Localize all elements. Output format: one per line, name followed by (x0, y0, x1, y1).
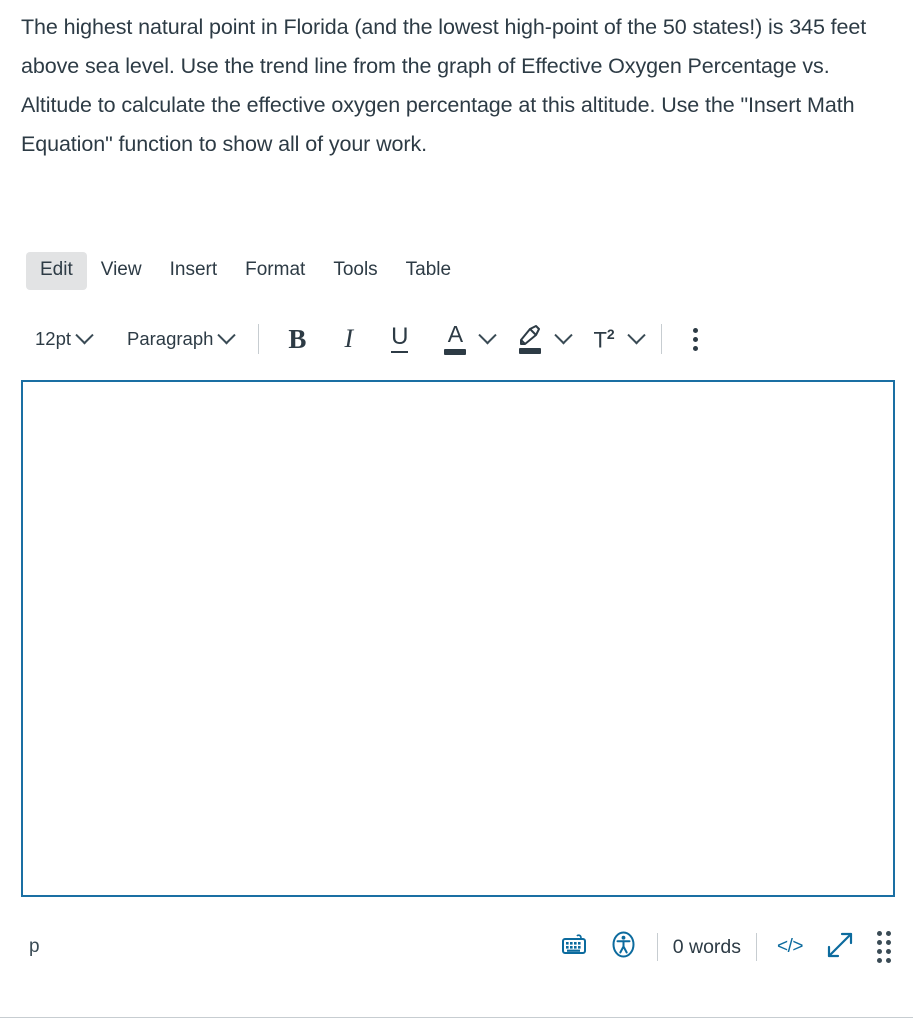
editor-status-bar: p 0 words </> (21, 922, 895, 972)
menu-item-view-label: View (100, 259, 142, 280)
menu-item-table-label: Table (405, 259, 452, 280)
underline-icon: U (391, 325, 409, 353)
chevron-down-icon (478, 325, 498, 344)
chevron-down-icon (627, 325, 646, 344)
keyboard-shortcuts-button[interactable] (550, 927, 599, 967)
menu-item-view[interactable]: View (87, 252, 156, 290)
highlight-color-swatch (518, 348, 541, 354)
superscript-subscript-button[interactable]: T2 (584, 318, 623, 360)
resize-grip-icon (877, 931, 891, 963)
bold-button[interactable]: B (279, 318, 315, 360)
toolbar-separator (660, 324, 662, 354)
text-color-swatch (444, 349, 467, 355)
menu-item-edit[interactable]: Edit (26, 252, 87, 290)
text-color-dropdown[interactable] (475, 318, 498, 360)
code-icon: </> (777, 936, 803, 957)
more-options-button[interactable] (684, 318, 707, 360)
editor-toolbar: 12pt Paragraph B I U A T2 (26, 316, 886, 362)
kebab-menu-icon (692, 327, 698, 351)
expand-arrows-icon (825, 930, 855, 965)
italic-button[interactable]: I (335, 318, 362, 360)
underline-button[interactable]: U (382, 318, 417, 360)
superscript-letter: T (593, 327, 607, 353)
menu-item-format[interactable]: Format (231, 252, 319, 290)
menu-item-edit-label: Edit (40, 259, 73, 280)
rich-text-editor-content-area[interactable] (21, 380, 895, 897)
font-size-value: 12pt (35, 328, 72, 349)
status-separator (756, 933, 758, 961)
text-color-button[interactable]: A (435, 318, 475, 360)
resize-handle[interactable] (866, 927, 895, 967)
menu-item-insert-label: Insert (169, 259, 218, 280)
menu-item-format-label: Format (245, 259, 306, 280)
menu-item-tools[interactable]: Tools (319, 252, 391, 290)
status-bar-right-group: 0 words </> (550, 927, 895, 967)
editor-menubar: Edit View Insert Format Tools Table (26, 252, 465, 290)
superscript-dropdown[interactable] (624, 318, 647, 360)
block-format-dropdown[interactable]: Paragraph (118, 318, 242, 360)
chevron-down-icon (554, 325, 574, 344)
status-separator (656, 933, 658, 961)
chevron-down-icon (75, 325, 94, 344)
fullscreen-toggle-button[interactable] (814, 927, 866, 967)
superscript-exponent: 2 (606, 325, 615, 342)
menu-item-table[interactable]: Table (392, 252, 465, 290)
text-color-icon: A (444, 321, 467, 355)
accessibility-icon (610, 931, 637, 963)
toolbar-separator (258, 324, 260, 354)
highlight-color-dropdown[interactable] (551, 318, 574, 360)
accessibility-checker-button[interactable] (599, 927, 648, 967)
font-size-dropdown[interactable]: 12pt (26, 318, 100, 360)
element-path[interactable]: p (21, 932, 48, 962)
keyboard-icon (561, 933, 588, 961)
highlighter-pen-icon (517, 324, 542, 354)
superscript-icon: T2 (593, 327, 614, 351)
chevron-down-icon (217, 325, 237, 344)
question-prompt-text: The highest natural point in Florida (an… (21, 15, 867, 156)
text-color-letter: A (447, 321, 464, 347)
menu-item-insert[interactable]: Insert (156, 252, 232, 290)
highlight-color-button[interactable] (508, 318, 551, 360)
bold-icon: B (288, 323, 307, 354)
word-count: 0 words (672, 935, 742, 958)
rich-text-editor-page: The highest natural point in Florida (an… (0, 0, 913, 1024)
menu-item-tools-label: Tools (333, 259, 378, 280)
bottom-divider (0, 1017, 913, 1018)
italic-icon: I (344, 324, 354, 353)
html-editor-button[interactable]: </> (766, 927, 814, 967)
block-format-value: Paragraph (127, 328, 214, 349)
